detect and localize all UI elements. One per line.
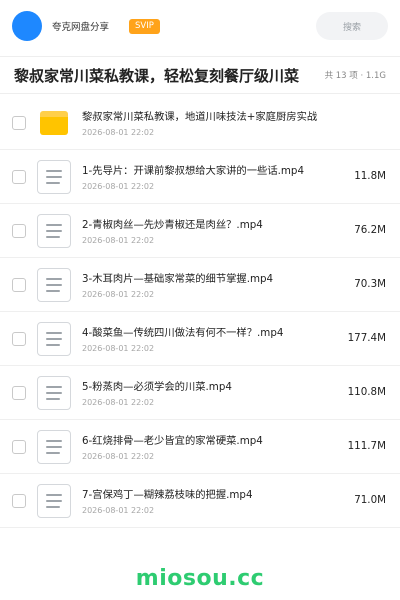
- item-date: 2026-08-01 22:02: [82, 182, 155, 191]
- item-name[interactable]: 3-木耳肉片—基础家常菜的细节掌握.mp4: [82, 270, 342, 285]
- select-checkbox[interactable]: [12, 494, 26, 508]
- file-list: 黎叔家常川菜私教课，地道川味技法+家庭厨房实战 2026-08-01 22:02…: [0, 96, 400, 528]
- page-title: 黎叔家常川菜私教课，轻松复刻餐厅级川菜: [14, 66, 300, 85]
- item-date: 2026-08-01 22:02: [82, 452, 155, 461]
- item-name[interactable]: 1-先导片：开课前黎叔想给大家讲的一些话.mp4: [82, 162, 342, 177]
- folder-icon: [37, 106, 71, 140]
- share-title: 夸克网盘分享: [52, 22, 110, 33]
- item-name[interactable]: 黎叔家常川菜私教课，地道川味技法+家庭厨房实战: [82, 108, 342, 123]
- document-icon: [37, 214, 71, 248]
- select-checkbox[interactable]: [12, 440, 26, 454]
- list-item-file[interactable]: 1-先导片：开课前黎叔想给大家讲的一些话.mp4 2026-08-01 22:0…: [0, 150, 400, 204]
- top-bar: 夸克网盘分享 SVIP 搜索: [0, 0, 400, 52]
- list-item-file[interactable]: 5-粉蒸肉—必须学会的川菜.mp4 2026-08-01 22:02 110.8…: [0, 366, 400, 420]
- item-name[interactable]: 6-红烧排骨—老少皆宜的家常硬菜.mp4: [82, 432, 342, 447]
- item-date: 2026-08-01 22:02: [82, 236, 155, 245]
- document-icon: [37, 322, 71, 356]
- item-size: 71.0M: [354, 494, 386, 506]
- item-name[interactable]: 5-粉蒸肉—必须学会的川菜.mp4: [82, 378, 342, 393]
- item-size: 177.4M: [347, 332, 386, 344]
- select-checkbox[interactable]: [12, 224, 26, 238]
- search-input[interactable]: 搜索: [316, 12, 388, 40]
- item-name[interactable]: 2-青椒肉丝—先炒青椒还是肉丝？.mp4: [82, 216, 342, 231]
- select-checkbox[interactable]: [12, 170, 26, 184]
- document-icon: [37, 376, 71, 410]
- document-icon: [37, 268, 71, 302]
- folder-header: 黎叔家常川菜私教课，轻松复刻餐厅级川菜 共 13 项 · 1.1G: [0, 56, 400, 94]
- select-checkbox[interactable]: [12, 332, 26, 346]
- item-date: 2026-08-01 22:02: [82, 506, 155, 515]
- item-size: 70.3M: [354, 278, 386, 290]
- list-item-file[interactable]: 2-青椒肉丝—先炒青椒还是肉丝？.mp4 2026-08-01 22:02 76…: [0, 204, 400, 258]
- list-item-file[interactable]: 6-红烧排骨—老少皆宜的家常硬菜.mp4 2026-08-01 22:02 11…: [0, 420, 400, 474]
- folder-meta: 共 13 项 · 1.1G: [324, 71, 386, 81]
- select-checkbox[interactable]: [12, 116, 26, 130]
- select-checkbox[interactable]: [12, 278, 26, 292]
- item-name[interactable]: 4-酸菜鱼—传统四川做法有何不一样？.mp4: [82, 324, 342, 339]
- list-item-file[interactable]: 4-酸菜鱼—传统四川做法有何不一样？.mp4 2026-08-01 22:02 …: [0, 312, 400, 366]
- item-size: 11.8M: [354, 170, 386, 182]
- document-icon: [37, 430, 71, 464]
- list-item-file[interactable]: 3-木耳肉片—基础家常菜的细节掌握.mp4 2026-08-01 22:02 7…: [0, 258, 400, 312]
- item-date: 2026-08-01 22:02: [82, 344, 155, 353]
- item-date: 2026-08-01 22:02: [82, 128, 155, 137]
- svip-badge: SVIP: [129, 18, 160, 34]
- document-icon: [37, 160, 71, 194]
- item-size: 111.7M: [347, 440, 386, 452]
- list-item-folder[interactable]: 黎叔家常川菜私教课，地道川味技法+家庭厨房实战 2026-08-01 22:02: [0, 96, 400, 150]
- item-name[interactable]: 7-宫保鸡丁—糊辣荔枝味的把握.mp4: [82, 486, 342, 501]
- item-date: 2026-08-01 22:02: [82, 398, 155, 407]
- item-size: 110.8M: [347, 386, 386, 398]
- watermark: miosou.cc: [135, 566, 265, 591]
- item-date: 2026-08-01 22:02: [82, 290, 155, 299]
- document-icon: [37, 484, 71, 518]
- list-item-file[interactable]: 7-宫保鸡丁—糊辣荔枝味的把握.mp4 2026-08-01 22:02 71.…: [0, 474, 400, 528]
- select-checkbox[interactable]: [12, 386, 26, 400]
- item-size: 76.2M: [354, 224, 386, 236]
- avatar[interactable]: [12, 11, 42, 41]
